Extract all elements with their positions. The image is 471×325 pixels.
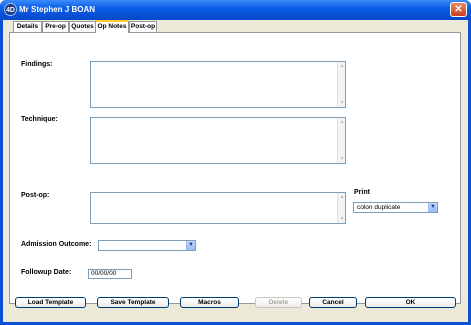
app-logo-icon: 4D: [4, 3, 17, 16]
app-window: 4D Mr Stephen J BOAN ✕ Details Pre-op Qu…: [0, 0, 471, 325]
tab-details[interactable]: Details: [13, 21, 42, 32]
chevron-down-icon[interactable]: ▼: [428, 203, 437, 212]
arrow-down-icon[interactable]: ▼: [339, 216, 345, 222]
arrow-down-icon[interactable]: ▼: [339, 100, 345, 106]
print-select[interactable]: colon duplicate ▼: [353, 202, 438, 213]
followup-date-input[interactable]: 00/00/00: [88, 269, 132, 279]
tab-pre-op[interactable]: Pre-op: [42, 21, 69, 32]
technique-textarea[interactable]: ▲ ▼: [90, 117, 346, 164]
close-icon: ✕: [454, 4, 463, 15]
arrow-down-icon[interactable]: ▼: [339, 156, 345, 162]
arrow-up-icon[interactable]: ▲: [339, 63, 345, 69]
op-notes-panel: Findings: ▲ ▼ Technique: ▲ ▼ Post-op: ▲ …: [9, 32, 461, 304]
print-label: Print: [354, 189, 370, 196]
tab-post-op[interactable]: Post-op: [129, 21, 157, 32]
delete-button[interactable]: Delete: [255, 297, 302, 308]
print-selected-value: colon duplicate: [357, 204, 401, 211]
cancel-button[interactable]: Cancel: [309, 297, 357, 308]
chevron-down-icon[interactable]: ▼: [186, 241, 195, 250]
arrow-up-icon[interactable]: ▲: [339, 194, 345, 200]
technique-scrollbar[interactable]: ▲ ▼: [337, 118, 345, 163]
arrow-up-icon[interactable]: ▲: [339, 119, 345, 125]
postop-scrollbar[interactable]: ▲ ▼: [337, 193, 345, 223]
ok-button[interactable]: OK: [365, 297, 456, 308]
postop-label: Post-op:: [21, 192, 50, 199]
save-template-button[interactable]: Save Template: [97, 297, 169, 308]
findings-scrollbar[interactable]: ▲ ▼: [337, 62, 345, 107]
close-button[interactable]: ✕: [450, 2, 467, 17]
tab-quotes[interactable]: Quotes: [69, 21, 96, 32]
window-title: Mr Stephen J BOAN: [19, 5, 96, 14]
postop-textarea[interactable]: ▲ ▼: [90, 192, 346, 224]
admission-outcome-label: Admission Outcome:: [21, 241, 92, 248]
followup-date-label: Followup Date:: [21, 269, 72, 276]
technique-label: Technique:: [21, 116, 58, 123]
load-template-button[interactable]: Load Template: [15, 297, 86, 308]
dialog-body: Details Pre-op Quotes Op Notes Post-op F…: [3, 20, 468, 322]
tab-op-notes[interactable]: Op Notes: [95, 20, 129, 33]
macros-button[interactable]: Macros: [180, 297, 239, 308]
findings-textarea[interactable]: ▲ ▼: [90, 61, 346, 108]
admission-outcome-select[interactable]: ▼: [98, 240, 196, 251]
findings-label: Findings:: [21, 61, 53, 68]
title-bar[interactable]: 4D Mr Stephen J BOAN ✕: [0, 0, 471, 20]
